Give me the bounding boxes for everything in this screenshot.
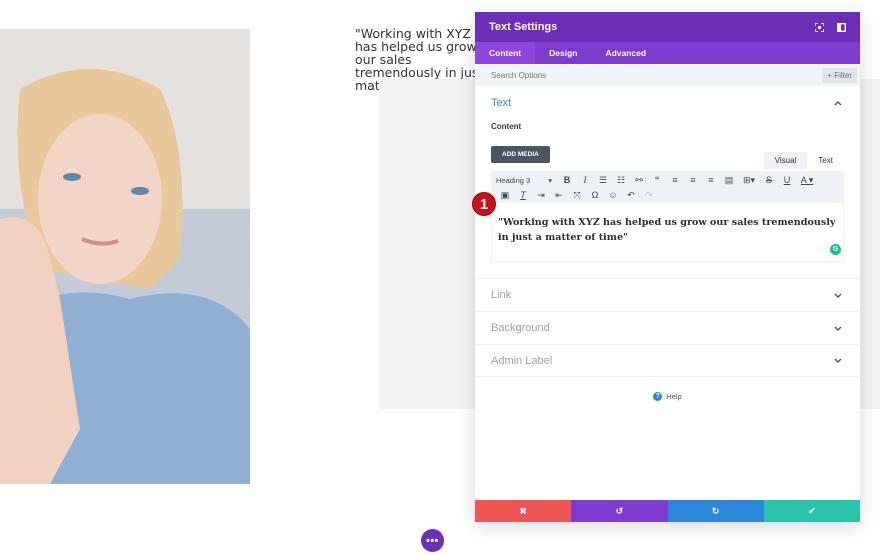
close-icon: ✖ [519, 505, 527, 516]
expand-icon[interactable] [814, 22, 824, 32]
strikethrough-icon[interactable]: S [760, 175, 778, 185]
tab-design[interactable]: Design [535, 42, 591, 64]
undo-icon: ↺ [615, 505, 624, 516]
outdent-icon[interactable]: ⇤ [550, 190, 568, 201]
redo-button[interactable]: ↻ [667, 500, 764, 522]
align-left-icon[interactable]: ≡ [666, 175, 684, 185]
section-admin-label[interactable]: Admin Label [475, 344, 860, 377]
undo-icon[interactable]: ↶ [622, 190, 640, 201]
indent-icon[interactable]: ⇥ [532, 190, 550, 201]
tab-visual[interactable]: Visual [763, 152, 808, 169]
section-text-title: Text [491, 97, 512, 109]
tab-text[interactable]: Text [807, 152, 844, 169]
section-link[interactable]: Link [475, 278, 860, 311]
text-color-icon[interactable]: A ▾ [796, 175, 818, 186]
chevron-down-icon[interactable] [832, 322, 844, 334]
chevron-down-icon[interactable] [832, 355, 844, 367]
caret-down-icon: ▾ [548, 175, 552, 185]
search-options-input[interactable] [491, 70, 691, 80]
sidebar-toggle-icon[interactable] [836, 22, 846, 32]
align-center-icon[interactable]: ≡ [684, 175, 702, 185]
modal-title: Text Settings [489, 21, 558, 33]
help-label: Help [666, 392, 682, 401]
format-select-value: Heading 3 [496, 175, 531, 185]
modal-header[interactable]: Text Settings [475, 12, 860, 42]
tab-advanced[interactable]: Advanced [591, 42, 660, 64]
photo-illustration [0, 29, 250, 484]
page-canvas: "Working with XYZ has helped us grow our… [0, 0, 880, 558]
media-row: ADD MEDIA Visual Text [491, 139, 844, 171]
help-icon: ? [653, 392, 663, 401]
justify-icon[interactable]: ▤ [720, 175, 738, 186]
editor-mode-tabs: Visual Text [763, 152, 844, 169]
portrait-photo [0, 29, 250, 484]
editor-toolbar: Heading 3 ▾ B I ☰ ☷ ⚯ “ ≡ ≡ ≡ ▤ ⊞▾ S U A … [491, 171, 844, 202]
check-icon: ✔ [808, 505, 816, 516]
section-admin-label-title: Admin Label [491, 354, 553, 367]
step-number-badge: 1 [472, 192, 496, 216]
redo-icon[interactable]: ↷ [640, 190, 658, 201]
search-row: + Filter [475, 64, 860, 86]
more-options-button[interactable]: ••• [421, 529, 444, 552]
help-link[interactable]: ? Help [475, 392, 860, 401]
section-text-header[interactable]: Text [491, 86, 844, 120]
emoji-icon[interactable]: ☺ [604, 190, 622, 200]
align-right-icon[interactable]: ≡ [702, 175, 720, 185]
section-text: Text Content ADD MEDIA Visual Text Headi… [475, 86, 860, 262]
link-icon[interactable]: ⚯ [630, 175, 648, 186]
chevron-up-icon[interactable] [832, 97, 844, 109]
italic-icon[interactable]: I [576, 175, 594, 185]
settings-tabs: Content Design Advanced [475, 42, 860, 64]
text-settings-modal: Text Settings Content Design Advanced + … [475, 12, 860, 522]
content-editor[interactable]: "Working with XYZ has helped us grow our… [491, 202, 844, 262]
cancel-button[interactable]: ✖ [475, 500, 572, 522]
editor-content[interactable]: "Working with XYZ has helped us grow our… [498, 215, 837, 245]
section-link-title: Link [491, 289, 512, 301]
modal-footer: ✖ ↺ ↻ ✔ [475, 500, 860, 522]
section-background-title: Background [491, 322, 550, 334]
fullscreen-icon[interactable]: ⤧ [568, 190, 586, 201]
bold-icon[interactable]: B [558, 175, 576, 185]
content-label: Content [491, 122, 522, 131]
add-media-button[interactable]: ADD MEDIA [491, 146, 550, 163]
blockquote-icon[interactable]: “ [648, 175, 666, 185]
filter-button[interactable]: + Filter [822, 67, 857, 83]
tab-content[interactable]: Content [475, 42, 536, 64]
special-char-icon[interactable]: Ω [586, 190, 604, 200]
underline-icon[interactable]: U [778, 175, 796, 185]
chevron-down-icon[interactable] [832, 289, 844, 301]
save-button[interactable]: ✔ [763, 500, 860, 522]
paste-text-icon[interactable]: ▣ [496, 190, 514, 201]
format-select[interactable]: Heading 3 ▾ [496, 176, 558, 185]
section-background[interactable]: Background [475, 311, 860, 344]
table-icon[interactable]: ⊞▾ [738, 175, 760, 186]
redo-icon: ↻ [711, 505, 720, 516]
bullet-list-icon[interactable]: ☰ [594, 175, 612, 186]
numbered-list-icon[interactable]: ☷ [612, 175, 630, 186]
grammarly-icon[interactable]: G [830, 244, 841, 255]
undo-button[interactable]: ↺ [571, 500, 668, 522]
clear-formatting-icon[interactable]: T [514, 190, 532, 200]
